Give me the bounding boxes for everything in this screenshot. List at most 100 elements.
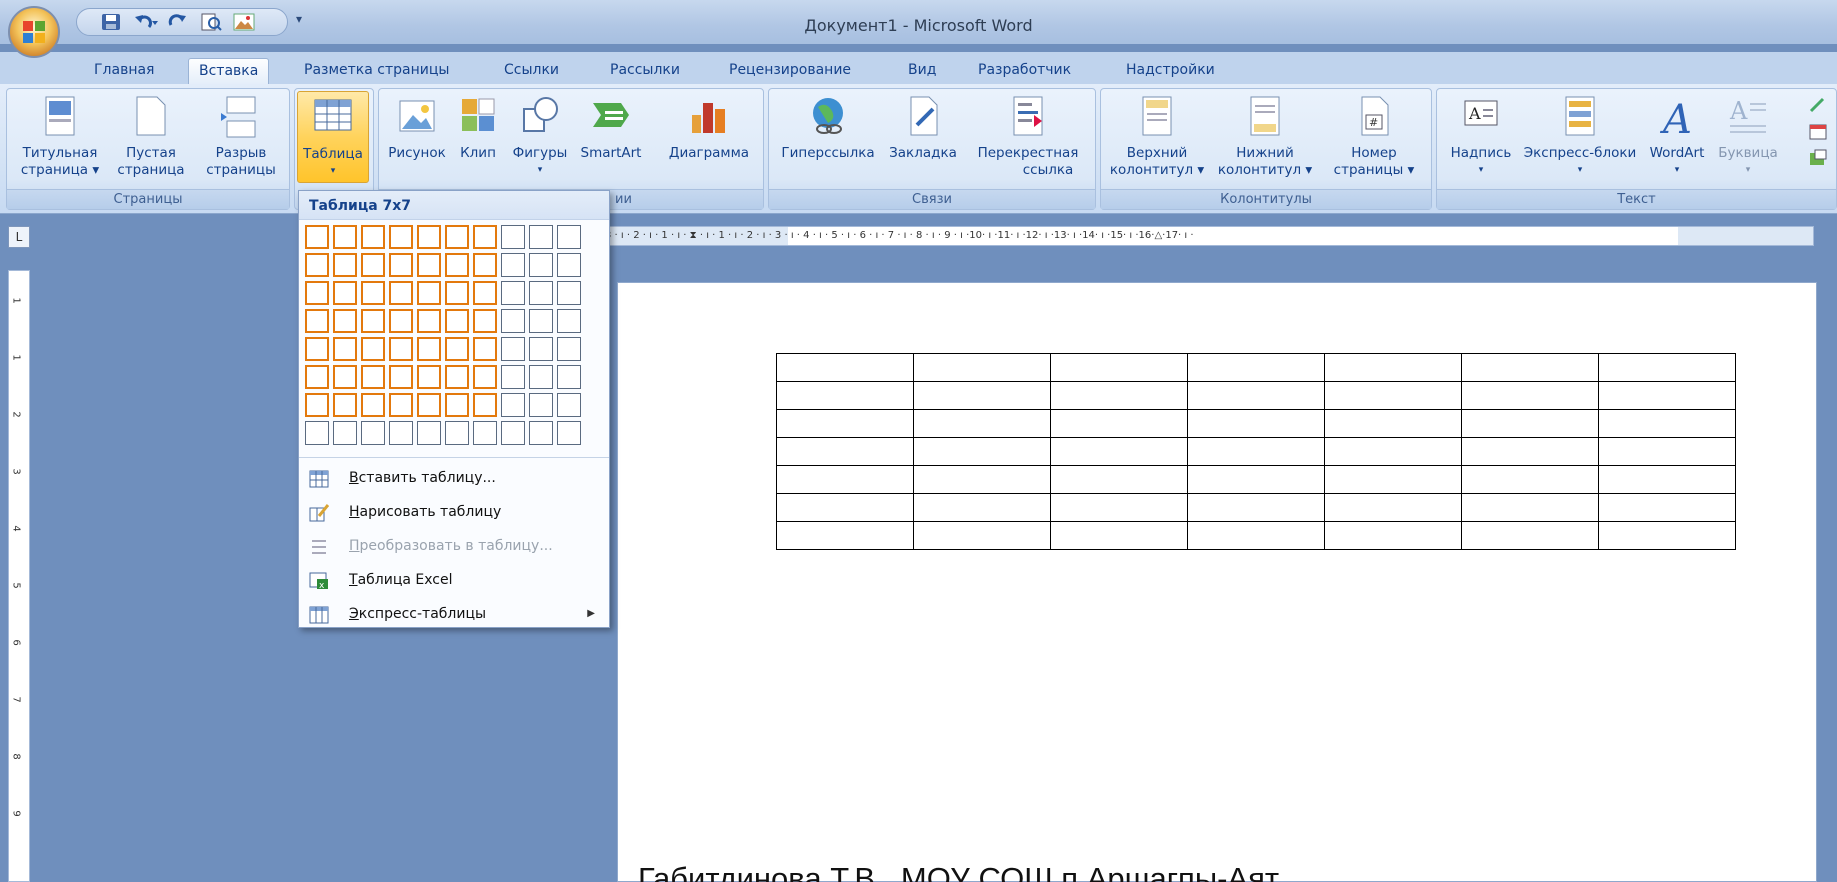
grid-cell[interactable] [361,393,385,417]
undo-icon[interactable] [134,13,158,31]
grid-cell[interactable] [445,365,469,389]
grid-cell[interactable] [389,281,413,305]
grid-cell[interactable] [361,253,385,277]
grid-cell[interactable] [529,309,553,333]
table-cell[interactable] [776,381,914,410]
table-cell[interactable] [1324,465,1462,494]
grid-cell[interactable] [473,309,497,333]
grid-cell[interactable] [473,365,497,389]
document-page[interactable]: Габитдинова Т.В., МОУ СОШ п.Аршагпы-Аят [617,282,1817,882]
table-cell[interactable] [913,465,1051,494]
table-cell[interactable] [1187,409,1325,438]
grid-cell[interactable] [417,421,441,445]
signature-line-icon[interactable] [1809,97,1827,115]
table-cell[interactable] [913,381,1051,410]
grid-cell[interactable] [557,393,581,417]
grid-cell[interactable] [417,253,441,277]
grid-cell[interactable] [445,225,469,249]
tab-insert[interactable]: Вставка [188,58,270,86]
drop-cap-button[interactable]: A Буквица ▾ [1713,95,1783,179]
grid-cell[interactable] [445,281,469,305]
table-size-grid[interactable] [305,225,581,445]
print-preview-icon[interactable] [200,13,222,31]
grid-cell[interactable] [305,393,329,417]
table-cell[interactable] [1187,437,1325,466]
grid-cell[interactable] [445,309,469,333]
grid-cell[interactable] [389,253,413,277]
table-cell[interactable] [1461,353,1599,382]
table-cell[interactable] [1050,465,1188,494]
table-cell[interactable] [1187,493,1325,522]
grid-cell[interactable] [501,393,525,417]
table-cell[interactable] [1598,409,1736,438]
quick-tables-item[interactable]: Экспресс-таблицы ▶ [299,599,609,629]
grid-cell[interactable] [333,253,357,277]
grid-cell[interactable] [305,365,329,389]
grid-cell[interactable] [361,337,385,361]
grid-cell[interactable] [361,281,385,305]
chart-button[interactable]: Диаграмма [661,95,757,162]
table-cell[interactable] [1324,437,1462,466]
table-cell[interactable] [1050,353,1188,382]
table-cell[interactable] [1461,493,1599,522]
grid-cell[interactable] [557,337,581,361]
grid-cell[interactable] [305,337,329,361]
table-cell[interactable] [1598,353,1736,382]
table-cell[interactable] [913,409,1051,438]
tab-references[interactable]: Ссылки [494,58,569,86]
save-icon[interactable] [101,13,121,31]
horizontal-ruler[interactable]: 3 · ı · 2 · ı · 1 · ı · ⧗ · ı · 1 · ı · … [604,226,1814,246]
convert-to-table-item[interactable]: Преобразовать в таблицу... [299,531,609,561]
table-cell[interactable] [1598,493,1736,522]
grid-cell[interactable] [305,225,329,249]
grid-cell[interactable] [361,309,385,333]
grid-cell[interactable] [389,337,413,361]
grid-cell[interactable] [501,337,525,361]
table-cell[interactable] [1461,521,1599,550]
table-cell[interactable] [776,493,914,522]
grid-cell[interactable] [501,309,525,333]
tab-mailings[interactable]: Рассылки [600,58,690,86]
redo-icon[interactable] [167,13,187,31]
hyperlink-button[interactable]: Гиперссылка [775,95,881,162]
table-cell[interactable] [1598,381,1736,410]
grid-cell[interactable] [333,309,357,333]
grid-cell[interactable] [529,393,553,417]
grid-cell[interactable] [305,421,329,445]
grid-cell[interactable] [501,253,525,277]
table-cell[interactable] [1461,409,1599,438]
table-cell[interactable] [1324,493,1462,522]
page-number-button[interactable]: # Номер страницы ▾ [1321,95,1427,179]
table-cell[interactable] [1598,437,1736,466]
grid-cell[interactable] [333,421,357,445]
grid-cell[interactable] [333,281,357,305]
table-cell[interactable] [1187,465,1325,494]
grid-cell[interactable] [557,421,581,445]
grid-cell[interactable] [417,225,441,249]
table-cell[interactable] [1461,465,1599,494]
grid-cell[interactable] [501,281,525,305]
grid-cell[interactable] [445,421,469,445]
table-cell[interactable] [1598,465,1736,494]
grid-cell[interactable] [389,309,413,333]
tab-review[interactable]: Рецензирование [719,58,861,86]
smartart-button[interactable]: SmartArt [573,95,649,162]
table-cell[interactable] [1324,353,1462,382]
grid-cell[interactable] [473,225,497,249]
grid-cell[interactable] [529,365,553,389]
grid-cell[interactable] [473,253,497,277]
tab-developer[interactable]: Разработчик [968,58,1081,86]
table-cell[interactable] [1187,521,1325,550]
table-cell[interactable] [913,437,1051,466]
grid-cell[interactable] [501,365,525,389]
vertical-ruler[interactable]: 1 1 2 3 4 5 6 7 8 9 [8,270,30,882]
grid-cell[interactable] [529,253,553,277]
office-button[interactable] [8,6,60,58]
grid-cell[interactable] [333,365,357,389]
table-cell[interactable] [1187,381,1325,410]
tab-selector[interactable]: L [8,226,30,248]
table-button[interactable]: Таблица ▾ [297,91,369,183]
grid-cell[interactable] [529,225,553,249]
shapes-button[interactable]: Фигуры ▾ [507,95,573,179]
tab-addins[interactable]: Надстройки [1116,58,1225,86]
